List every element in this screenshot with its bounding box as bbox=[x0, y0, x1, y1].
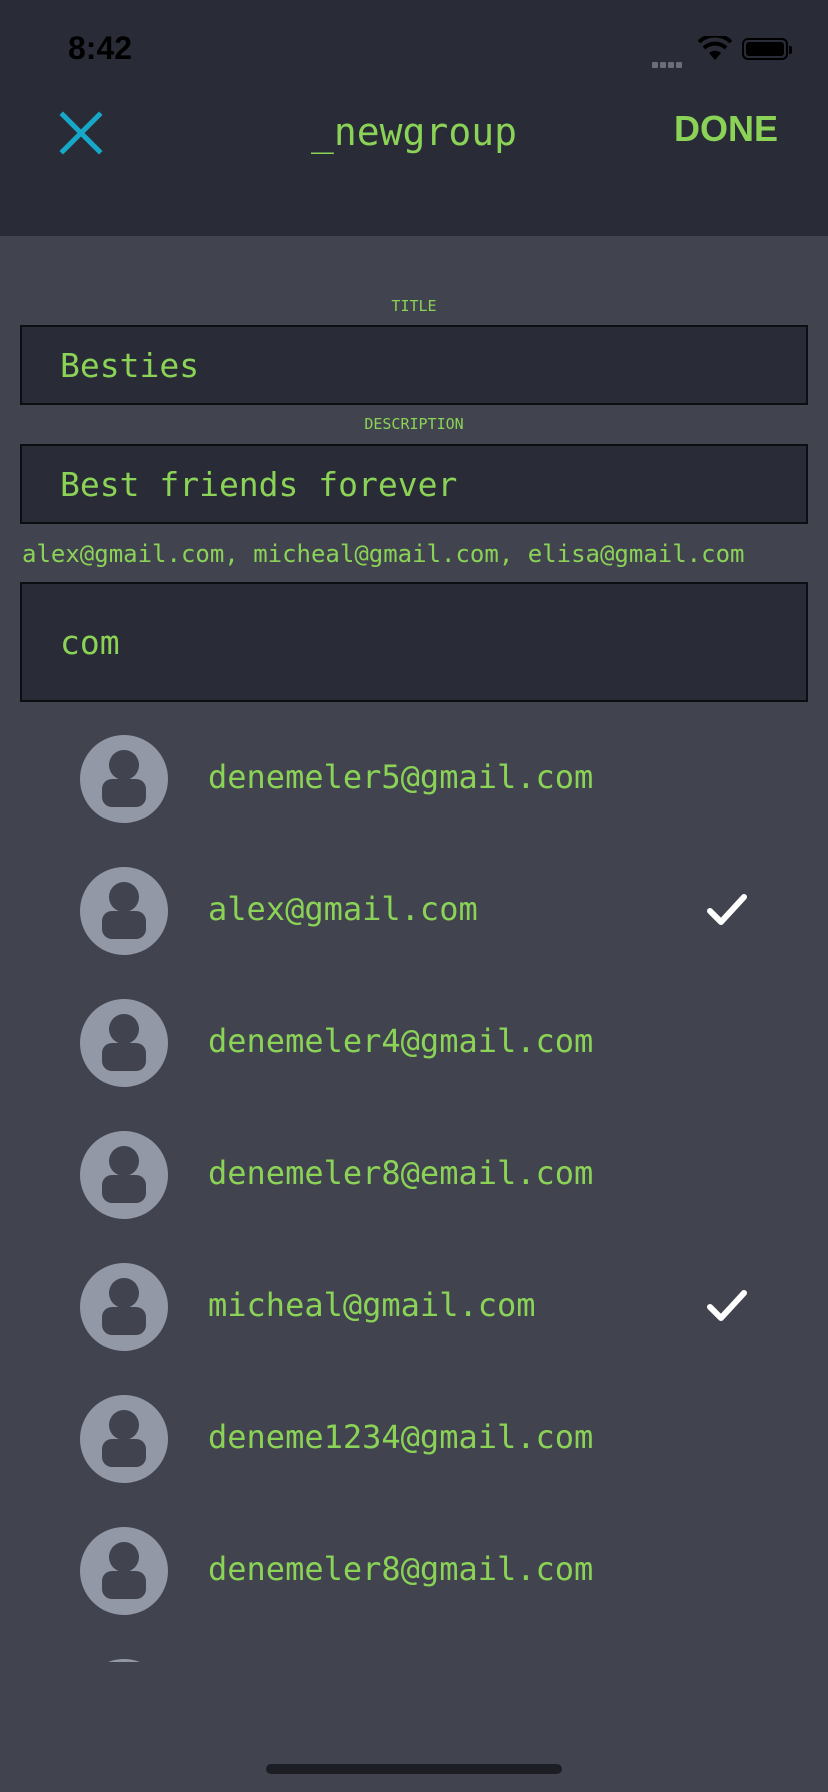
contact-email: micheal@gmail.com bbox=[208, 1286, 536, 1324]
contact-email: denemeler8@email.com bbox=[208, 1154, 594, 1192]
avatar-icon bbox=[80, 1395, 168, 1483]
contact-row[interactable]: alex@gmail.com bbox=[0, 864, 828, 996]
contact-email: deneme1234@gmail.com bbox=[208, 1418, 594, 1456]
contact-row[interactable] bbox=[0, 1656, 828, 1662]
wifi-icon bbox=[698, 36, 732, 60]
contact-email: denemeler8@gmail.com bbox=[208, 1550, 594, 1588]
contact-row[interactable]: denemeler8@email.com bbox=[0, 1128, 828, 1260]
avatar-icon bbox=[80, 1659, 168, 1662]
avatar-icon bbox=[80, 1131, 168, 1219]
selected-members-text: alex@gmail.com, micheal@gmail.com, elisa… bbox=[22, 540, 745, 568]
cellular-signal-icon bbox=[652, 53, 684, 72]
avatar-icon bbox=[80, 1263, 168, 1351]
contact-row[interactable]: denemeler4@gmail.com bbox=[0, 996, 828, 1128]
contact-row[interactable]: denemeler8@gmail.com bbox=[0, 1524, 828, 1656]
contact-email: alex@gmail.com bbox=[208, 890, 478, 928]
avatar-icon bbox=[80, 999, 168, 1087]
avatar-icon bbox=[80, 1527, 168, 1615]
avatar-icon bbox=[80, 867, 168, 955]
member-search-input[interactable]: com bbox=[20, 582, 808, 702]
nav-header: 8:42 _newgroup DONE bbox=[0, 0, 828, 236]
contact-list: denemeler5@gmail.com alex@gmail.com deneme… bbox=[0, 732, 828, 1662]
status-time: 8:42 bbox=[68, 30, 133, 66]
title-label: TITLE bbox=[391, 297, 437, 315]
done-button[interactable]: DONE bbox=[674, 108, 778, 150]
contact-row[interactable]: micheal@gmail.com bbox=[0, 1260, 828, 1392]
description-label: DESCRIPTION bbox=[364, 415, 464, 433]
description-input[interactable]: Best friends forever bbox=[20, 444, 808, 524]
checkmark-icon bbox=[707, 894, 747, 925]
contact-row[interactable]: deneme1234@gmail.com bbox=[0, 1392, 828, 1524]
avatar-icon bbox=[80, 735, 168, 823]
battery-icon bbox=[742, 38, 792, 60]
contact-row[interactable]: denemeler5@gmail.com bbox=[0, 732, 828, 864]
checkmark-icon bbox=[707, 1290, 747, 1321]
contact-email: denemeler4@gmail.com bbox=[208, 1022, 594, 1060]
title-input[interactable]: Besties bbox=[20, 325, 808, 405]
home-indicator bbox=[266, 1764, 562, 1774]
contact-email: denemeler5@gmail.com bbox=[208, 758, 594, 796]
